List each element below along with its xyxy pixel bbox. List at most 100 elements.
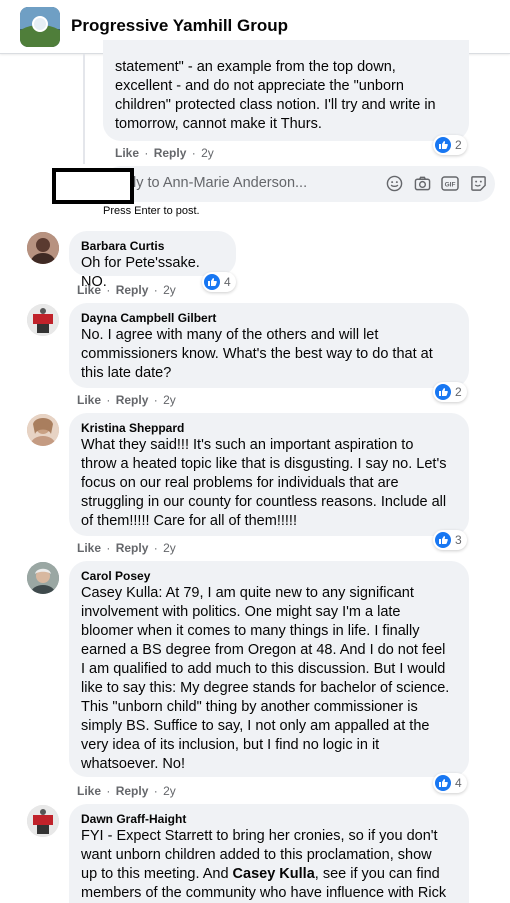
separator: · <box>153 393 158 407</box>
comment-line-part: , see if you can find <box>314 866 440 882</box>
comment-line: Casey Kulla: At 79, I am quite new to an… <box>81 585 414 601</box>
comment-line: This "unborn child" thing by another com… <box>81 699 418 715</box>
thumbs-up-icon <box>435 775 451 791</box>
comment-line: throw a heated topic like that is disgus… <box>81 456 447 472</box>
timestamp[interactable]: 2y <box>163 541 176 555</box>
reply-button[interactable]: Reply <box>116 784 149 798</box>
comment-bubble: statement" - an example from the top dow… <box>103 40 469 141</box>
reaction-number: 4 <box>224 275 231 289</box>
comment-author[interactable]: Kristina Sheppard <box>81 421 457 436</box>
comment-line: tomorrow, cannot make it Thurs. <box>115 116 322 132</box>
thumbs-up-icon <box>435 532 451 548</box>
comment-line: FYI - Expect Starrett to bring her croni… <box>81 828 438 844</box>
separator: · <box>153 784 158 798</box>
comment-text: statement" - an example from the top dow… <box>115 58 457 134</box>
reply-button[interactable]: Reply <box>116 283 149 297</box>
comment-author[interactable]: Dayna Campbell Gilbert <box>81 311 457 326</box>
reply-button[interactable]: Reply <box>116 541 149 555</box>
comment-line: of them!!!!! Care for all of them!!!!! <box>81 513 297 529</box>
comment-text: FYI - Expect Starrett to bring her croni… <box>81 827 457 903</box>
group-title[interactable]: Progressive Yamhill Group <box>71 16 288 36</box>
reply-button[interactable]: Reply <box>154 146 187 160</box>
reply-hint: Press Enter to post. <box>103 205 200 217</box>
reaction-number: 2 <box>455 385 462 399</box>
comment-line-part: up to this meeting. And <box>81 866 229 882</box>
reaction-number: 4 <box>455 776 462 790</box>
reaction-count[interactable]: 2 <box>433 382 467 402</box>
emoji-icon[interactable] <box>385 174 403 192</box>
comment-author[interactable]: Carol Posey <box>81 569 457 584</box>
comment-text: What they said!!! It's such an important… <box>81 436 457 531</box>
thumbs-up-icon <box>435 137 451 153</box>
timestamp[interactable]: 2y <box>163 784 176 798</box>
separator: · <box>191 146 196 160</box>
reaction-count[interactable]: 4 <box>433 773 467 793</box>
comment-line: statement" - an example from the top dow… <box>115 59 396 75</box>
comment-bubble: Barbara Curtis Oh for Pete'ssake. NO. <box>69 231 236 290</box>
comment-actions: Like · Reply · 2y <box>77 541 176 555</box>
group-avatar[interactable] <box>20 7 60 47</box>
camera-icon[interactable] <box>413 174 431 192</box>
comment-line: whatsoever. No! <box>81 756 185 772</box>
reaction-number: 3 <box>455 533 462 547</box>
separator: · <box>153 283 158 297</box>
timestamp[interactable]: 2y <box>163 393 176 407</box>
comment-actions: Like · Reply · 2y <box>77 393 176 407</box>
comment-line: like to say this: My degree stands for b… <box>81 680 450 696</box>
timestamp[interactable]: 2y <box>201 146 214 160</box>
comment-line: No. I agree with many of the others and … <box>81 327 379 343</box>
comment-line: I am qualified to add much to this discu… <box>81 661 446 677</box>
reply-input-box[interactable]: ly to Ann-Marie Anderson... GIF <box>103 166 495 202</box>
reaction-number: 2 <box>455 138 462 152</box>
comment-bubble: Dayna Campbell Gilbert No. I agree with … <box>69 303 469 388</box>
comment-text: Casey Kulla: At 79, I am quite new to an… <box>81 584 457 774</box>
comment-line: children" protected class notion. I'll t… <box>115 97 436 113</box>
like-button[interactable]: Like <box>77 784 101 798</box>
thumbs-up-icon <box>204 274 220 290</box>
comment-line: struggling in our county for countless r… <box>81 494 447 510</box>
comment-text: No. I agree with many of the others and … <box>81 326 457 383</box>
reaction-count[interactable]: 4 <box>202 272 236 292</box>
like-button[interactable]: Like <box>77 541 101 555</box>
comment-actions: Like · Reply · 2y <box>77 784 176 798</box>
reply-input[interactable]: ly to Ann-Marie Anderson... <box>133 175 307 191</box>
avatar[interactable] <box>27 232 59 264</box>
separator: · <box>153 541 158 555</box>
like-button[interactable]: Like <box>77 393 101 407</box>
redaction-box <box>52 168 134 204</box>
separator: · <box>106 784 111 798</box>
like-button[interactable]: Like <box>77 283 101 297</box>
comment-line: up to this meeting. And Casey Kulla, see… <box>81 865 457 884</box>
comment-line: earned a BS degree from Oregon at 48. An… <box>81 642 446 658</box>
comment-author[interactable]: Dawn Graff-Haight <box>81 812 457 827</box>
comment-line: members of the community who have influe… <box>81 885 447 901</box>
comment-actions: Like · Reply · 2y <box>77 283 176 297</box>
avatar[interactable] <box>27 562 59 594</box>
comment-line: excellent - and do not appreciate the "u… <box>115 78 404 94</box>
comment-author[interactable]: Barbara Curtis <box>81 239 224 254</box>
comment-line: involvement with politics. One might say… <box>81 604 401 620</box>
comment-line: commissioners know. What's the best way … <box>81 346 433 362</box>
reaction-count[interactable]: 2 <box>433 135 467 155</box>
avatar[interactable] <box>27 805 59 837</box>
comment-bubble: Kristina Sheppard What they said!!! It's… <box>69 413 469 536</box>
thumbs-up-icon <box>435 384 451 400</box>
timestamp[interactable]: 2y <box>163 283 176 297</box>
reply-tools: GIF <box>385 174 487 192</box>
comment-line: very idea of its inclusion, but I find n… <box>81 737 380 753</box>
like-button[interactable]: Like <box>115 146 139 160</box>
thread-line <box>83 54 85 164</box>
avatar[interactable] <box>27 304 59 336</box>
mention-casey-kulla[interactable]: Casey Kulla <box>233 866 315 882</box>
separator: · <box>144 146 149 160</box>
separator: · <box>106 283 111 297</box>
group-avatar-sun <box>32 16 48 32</box>
svg-text:GIF: GIF <box>445 181 456 188</box>
sticker-icon[interactable] <box>469 174 487 192</box>
avatar[interactable] <box>27 414 59 446</box>
reply-button[interactable]: Reply <box>116 393 149 407</box>
gif-icon[interactable]: GIF <box>441 174 459 192</box>
comment-bubble: Dawn Graff-Haight FYI - Expect Starrett … <box>69 804 469 903</box>
reaction-count[interactable]: 3 <box>433 530 467 550</box>
comment-actions: Like · Reply · 2y <box>115 146 214 160</box>
